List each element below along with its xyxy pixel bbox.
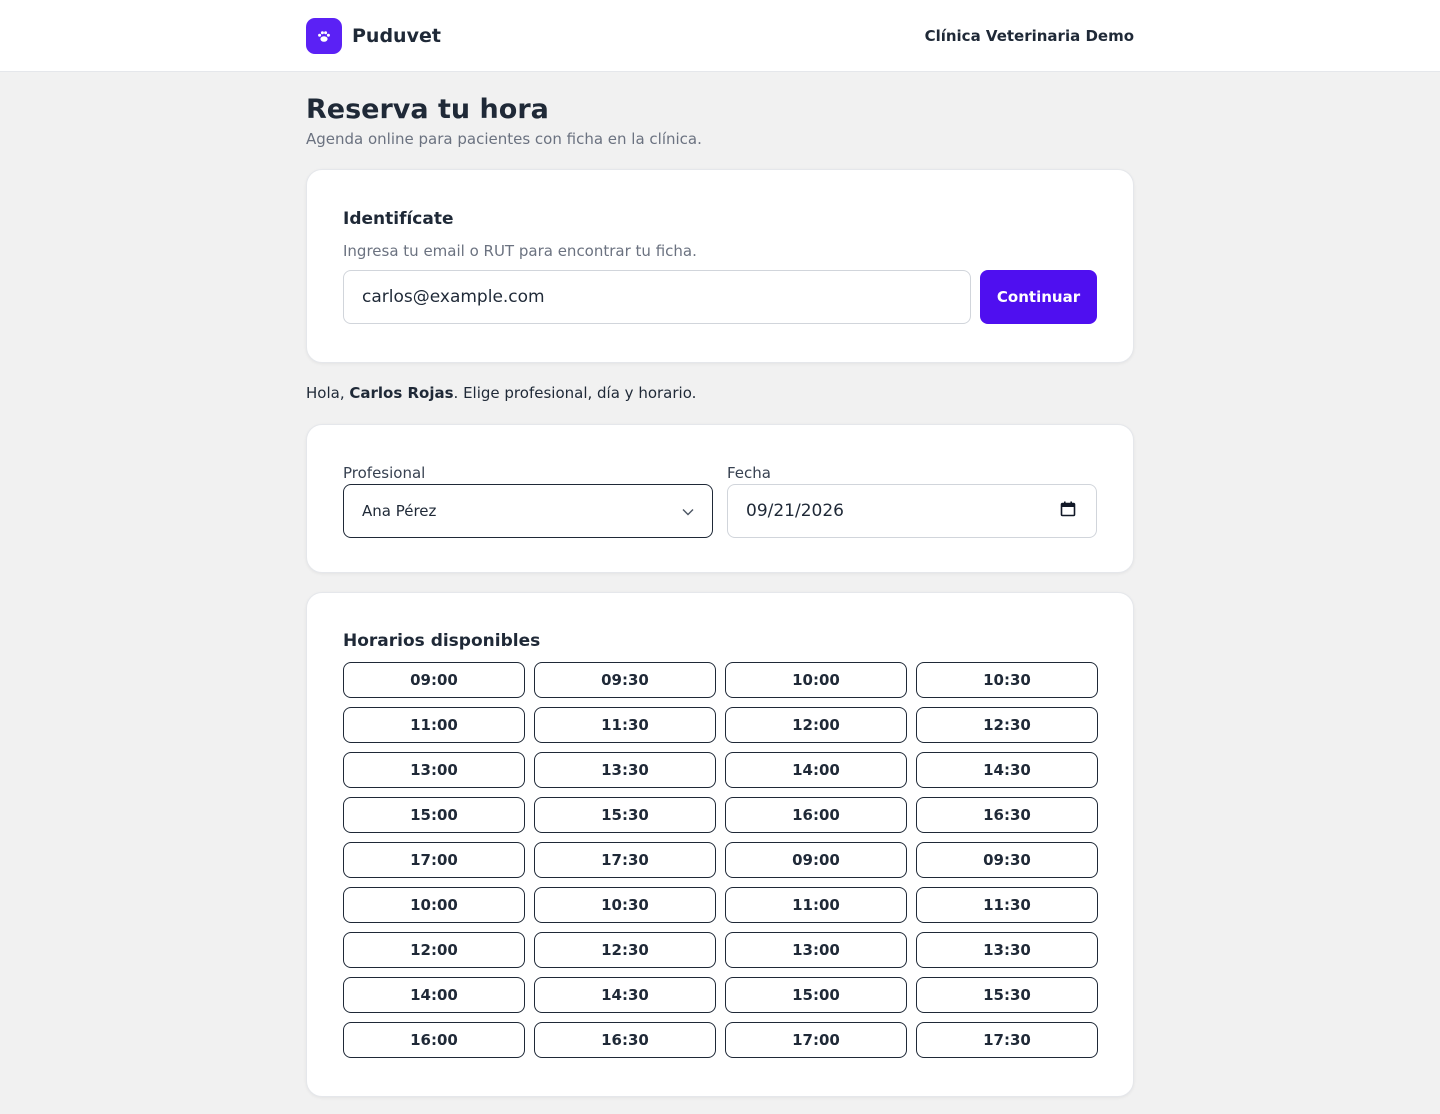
- time-slot-button[interactable]: 17:30: [916, 1022, 1098, 1058]
- time-slot-button[interactable]: 15:00: [343, 797, 525, 833]
- time-slot-button[interactable]: 09:00: [343, 662, 525, 698]
- time-slot-button[interactable]: 16:00: [343, 1022, 525, 1058]
- time-slot-button[interactable]: 15:30: [534, 797, 716, 833]
- time-slot-button[interactable]: 14:30: [534, 977, 716, 1013]
- professional-field: Profesional Ana Pérez: [343, 463, 713, 538]
- time-slot-button[interactable]: 09:00: [725, 842, 907, 878]
- time-slot-button[interactable]: 12:00: [343, 932, 525, 968]
- time-slot-button[interactable]: 16:30: [534, 1022, 716, 1058]
- slots-grid: 09:00 09:30 10:00 10:30 11:00 11:30 12:00 12:30…: [343, 662, 1098, 1058]
- time-slot-button[interactable]: 14:00: [725, 752, 907, 788]
- brand[interactable]: Puduvet: [306, 18, 441, 54]
- brand-name: Puduvet: [352, 25, 441, 47]
- time-slot-button[interactable]: 13:30: [916, 932, 1098, 968]
- date-input[interactable]: 09/21/2026: [727, 484, 1097, 538]
- greeting-suffix: . Elige profesional, día y horario.: [453, 384, 697, 402]
- time-slot-button[interactable]: 13:00: [725, 932, 907, 968]
- time-slot-button[interactable]: 16:00: [725, 797, 907, 833]
- time-slot-button[interactable]: 10:00: [343, 887, 525, 923]
- date-label: Fecha: [727, 464, 771, 482]
- time-slot-button[interactable]: 14:00: [343, 977, 525, 1013]
- paw-icon: [306, 18, 342, 54]
- page-title: Reserva tu hora: [306, 94, 549, 125]
- greeting: Hola, Carlos Rojas. Elige profesional, d…: [306, 383, 1134, 403]
- time-slot-button[interactable]: 13:00: [343, 752, 525, 788]
- top-bar-inner: Puduvet Clínica Veterinaria Demo: [306, 0, 1134, 72]
- page-subtitle: Agenda online para pacientes con ficha e…: [306, 130, 702, 148]
- time-slot-button[interactable]: 11:30: [916, 887, 1098, 923]
- time-slot-button[interactable]: 09:30: [916, 842, 1098, 878]
- time-slot-button[interactable]: 17:00: [343, 842, 525, 878]
- date-value: 09/21/2026: [746, 501, 844, 521]
- slots-card: Horarios disponibles 09:00 09:30 10:00 10:3…: [306, 592, 1134, 1097]
- main-content: Reserva tu hora Agenda online para pacie…: [306, 94, 1134, 1097]
- time-slot-button[interactable]: 10:30: [916, 662, 1098, 698]
- identify-hint: Ingresa tu email o RUT para encontrar tu…: [343, 242, 697, 260]
- time-slot-button[interactable]: 09:30: [534, 662, 716, 698]
- professional-value: Ana Pérez: [362, 502, 437, 520]
- time-slot-button[interactable]: 16:30: [916, 797, 1098, 833]
- time-slot-button[interactable]: 10:30: [534, 887, 716, 923]
- time-slot-button[interactable]: 10:00: [725, 662, 907, 698]
- time-slot-button[interactable]: 12:30: [916, 707, 1098, 743]
- identify-row: Continuar: [343, 270, 1097, 324]
- time-slot-button[interactable]: 12:00: [725, 707, 907, 743]
- time-slot-button[interactable]: 15:30: [916, 977, 1098, 1013]
- time-slot-button[interactable]: 11:00: [725, 887, 907, 923]
- greeting-prefix: Hola,: [306, 384, 350, 402]
- selection-card: Profesional Ana Pérez Fecha 09/21/2026: [306, 424, 1134, 573]
- time-slot-button[interactable]: 11:30: [534, 707, 716, 743]
- professional-label: Profesional: [343, 464, 426, 482]
- calendar-icon[interactable]: [1060, 501, 1076, 522]
- time-slot-button[interactable]: 11:00: [343, 707, 525, 743]
- identify-title: Identifícate: [343, 209, 454, 229]
- continue-button[interactable]: Continuar: [980, 270, 1097, 324]
- time-slot-button[interactable]: 17:00: [725, 1022, 907, 1058]
- date-field: Fecha 09/21/2026: [727, 463, 1097, 538]
- chevron-down-icon: [682, 502, 694, 520]
- identify-card: Identifícate Ingresa tu email o RUT para…: [306, 169, 1134, 363]
- selection-row: Profesional Ana Pérez Fecha 09/21/2026: [343, 463, 1097, 538]
- time-slot-button[interactable]: 12:30: [534, 932, 716, 968]
- time-slot-button[interactable]: 14:30: [916, 752, 1098, 788]
- time-slot-button[interactable]: 17:30: [534, 842, 716, 878]
- top-bar: Puduvet Clínica Veterinaria Demo: [0, 0, 1440, 72]
- patient-name: Carlos Rojas: [349, 384, 454, 402]
- time-slot-button[interactable]: 15:00: [725, 977, 907, 1013]
- email-rut-input[interactable]: [343, 270, 971, 324]
- time-slot-button[interactable]: 13:30: [534, 752, 716, 788]
- professional-select[interactable]: Ana Pérez: [343, 484, 713, 538]
- clinic-name: Clínica Veterinaria Demo: [924, 27, 1134, 45]
- slots-title: Horarios disponibles: [343, 631, 541, 651]
